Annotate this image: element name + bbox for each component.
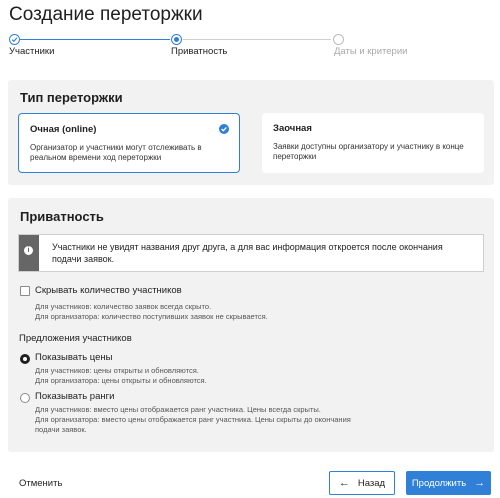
show-prices-help-participants: Для участников: цены открыты и обновляют… [35,366,199,375]
type-card-offline-desc: Заявки доступны организатору и участнику… [273,142,464,161]
step-participants[interactable]: Участники [9,46,54,57]
type-card-offline[interactable]: Заочная Заявки доступны организатору и у… [262,113,484,173]
privacy-title: Приватность [20,209,104,224]
type-card-online[interactable]: Очная (online) Организатор и участники м… [18,113,240,173]
show-prices-radio[interactable] [20,354,30,364]
stepper-line-pending [183,39,331,40]
step-dates-criteria: Даты и критерии [334,46,408,57]
next-button[interactable]: Продолжить → [406,471,491,495]
hide-count-help-organizer: Для организатора: количество поступивших… [35,312,268,321]
info-text: Участники не увидят названия друг друга,… [52,242,443,264]
hide-count-help-participants: Для участников: количество заявок всегда… [35,302,212,311]
hide-count-label[interactable]: Скрывать количество участников [35,285,182,296]
auction-type-section: Тип переторжки Очная (online) Организато… [8,80,494,185]
arrow-right-icon: → [474,477,486,489]
show-prices-help-organizer: Для организатора: цены открыты и обновля… [35,376,207,385]
privacy-section: Приватность i Участники не увидят назван… [8,198,494,452]
hide-count-checkbox[interactable] [20,286,30,296]
show-ranks-help-organizer: Для организатора: вместо цены отображает… [35,415,351,434]
type-card-online-title: Очная (online) [30,124,97,135]
info-strip: i [19,235,39,271]
step-privacy[interactable]: Приватность [171,46,227,57]
next-button-label: Продолжить [411,477,467,489]
type-card-online-desc: Организатор и участники могут отслеживат… [30,143,202,162]
show-ranks-label[interactable]: Показывать ранги [35,391,114,402]
info-icon: i [24,246,33,255]
info-box: i Участники не увидят названия друг друг… [18,234,484,272]
step-pending-dot-icon [333,34,344,45]
check-badge-icon [219,124,229,134]
cancel-link[interactable]: Отменить [19,478,62,489]
back-button-label: Назад [357,477,386,489]
auction-type-title: Тип переторжки [20,90,123,105]
back-button[interactable]: ← Назад [329,471,395,495]
page-title: Создание переторжки [9,4,203,25]
step-active-dot-icon [171,34,182,45]
arrow-left-icon: ← [338,477,350,489]
type-card-offline-title: Заочная [273,123,312,134]
offers-group-label: Предложения участников [19,333,132,344]
stepper-line-done [20,39,170,40]
show-ranks-help-participants: Для участников: вместо цены отображается… [35,405,321,414]
show-prices-label[interactable]: Показывать цены [35,352,112,363]
show-ranks-radio[interactable] [20,393,30,403]
stepper: Участники Приватность Даты и критерии [0,32,500,60]
step-check-icon [9,34,20,45]
